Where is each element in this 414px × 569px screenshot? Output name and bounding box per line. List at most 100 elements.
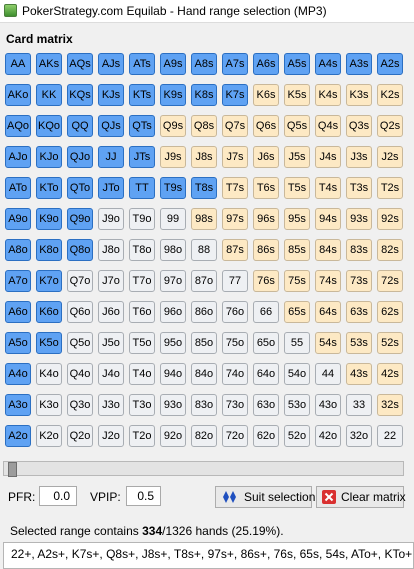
hand-cell-K7s[interactable]: K7s [222,84,248,106]
hand-cell-J7o[interactable]: J7o [98,270,124,292]
hand-cell-K3s[interactable]: K3s [346,84,372,106]
hand-cell-T9o[interactable]: T9o [129,208,155,230]
hand-cell-J3s[interactable]: J3s [346,146,372,168]
hand-cell-A3s[interactable]: A3s [346,53,372,75]
hand-cell-Q9s[interactable]: Q9s [160,115,186,137]
hand-cell-A4o[interactable]: A4o [5,363,31,385]
hand-cell-T5o[interactable]: T5o [129,332,155,354]
hand-cell-KQo[interactable]: KQo [36,115,62,137]
hand-cell-98s[interactable]: 98s [191,208,217,230]
hand-cell-76s[interactable]: 76s [253,270,279,292]
hand-cell-Q4o[interactable]: Q4o [67,363,93,385]
hand-cell-84s[interactable]: 84s [315,239,341,261]
hand-cell-32s[interactable]: 32s [377,394,403,416]
hand-cell-95o[interactable]: 95o [160,332,186,354]
hand-cell-97o[interactable]: 97o [160,270,186,292]
hand-cell-52s[interactable]: 52s [377,332,403,354]
hand-cell-54o[interactable]: 54o [284,363,310,385]
hand-cell-74o[interactable]: 74o [222,363,248,385]
hand-cell-ATo[interactable]: ATo [5,177,31,199]
hand-cell-82o[interactable]: 82o [191,425,217,447]
hand-cell-64o[interactable]: 64o [253,363,279,385]
hand-cell-Q4s[interactable]: Q4s [315,115,341,137]
hand-cell-T3s[interactable]: T3s [346,177,372,199]
hand-cell-A5o[interactable]: A5o [5,332,31,354]
hand-cell-62s[interactable]: 62s [377,301,403,323]
hand-cell-54s[interactable]: 54s [315,332,341,354]
hand-cell-T7s[interactable]: T7s [222,177,248,199]
hand-cell-AQs[interactable]: AQs [67,53,93,75]
hand-cell-A8s[interactable]: A8s [191,53,217,75]
hand-cell-66[interactable]: 66 [253,301,279,323]
hand-cell-KJs[interactable]: KJs [98,84,124,106]
hand-cell-T4o[interactable]: T4o [129,363,155,385]
hand-cell-93s[interactable]: 93s [346,208,372,230]
hand-cell-J5s[interactable]: J5s [284,146,310,168]
range-text-field[interactable]: 22+, A2s+, K7s+, Q8s+, J8s+, T8s+, 97s+,… [3,542,414,569]
hand-cell-Q2o[interactable]: Q2o [67,425,93,447]
hand-cell-J2o[interactable]: J2o [98,425,124,447]
hand-cell-T4s[interactable]: T4s [315,177,341,199]
hand-cell-53o[interactable]: 53o [284,394,310,416]
hand-cell-ATs[interactable]: ATs [129,53,155,75]
hand-cell-K9s[interactable]: K9s [160,84,186,106]
hand-cell-A2s[interactable]: A2s [377,53,403,75]
hand-cell-86s[interactable]: 86s [253,239,279,261]
hand-cell-65s[interactable]: 65s [284,301,310,323]
hand-cell-A9s[interactable]: A9s [160,53,186,75]
hand-cell-QQ[interactable]: QQ [67,115,93,137]
hand-cell-T5s[interactable]: T5s [284,177,310,199]
hand-cell-Q3o[interactable]: Q3o [67,394,93,416]
hand-cell-KK[interactable]: KK [36,84,62,106]
hand-cell-AA[interactable]: AA [5,53,31,75]
hand-cell-J8o[interactable]: J8o [98,239,124,261]
hand-cell-63s[interactable]: 63s [346,301,372,323]
hand-cell-33[interactable]: 33 [346,394,372,416]
hand-cell-85s[interactable]: 85s [284,239,310,261]
hand-cell-Q3s[interactable]: Q3s [346,115,372,137]
hand-cell-QJs[interactable]: QJs [98,115,124,137]
hand-cell-KTs[interactable]: KTs [129,84,155,106]
hand-cell-74s[interactable]: 74s [315,270,341,292]
hand-cell-99[interactable]: 99 [160,208,186,230]
hand-cell-AQo[interactable]: AQo [5,115,31,137]
hand-cell-AJs[interactable]: AJs [98,53,124,75]
hand-cell-QJo[interactable]: QJo [67,146,93,168]
hand-cell-T7o[interactable]: T7o [129,270,155,292]
hand-cell-Q5o[interactable]: Q5o [67,332,93,354]
hand-cell-K2o[interactable]: K2o [36,425,62,447]
hand-cell-A8o[interactable]: A8o [5,239,31,261]
hand-cell-K5s[interactable]: K5s [284,84,310,106]
vpip-input[interactable]: 0.5 [126,486,161,506]
hand-cell-82s[interactable]: 82s [377,239,403,261]
hand-cell-73o[interactable]: 73o [222,394,248,416]
hand-cell-KJo[interactable]: KJo [36,146,62,168]
hand-cell-T8o[interactable]: T8o [129,239,155,261]
hand-cell-A6s[interactable]: A6s [253,53,279,75]
hand-cell-T2s[interactable]: T2s [377,177,403,199]
hand-cell-A5s[interactable]: A5s [284,53,310,75]
hand-cell-Q2s[interactable]: Q2s [377,115,403,137]
hand-cell-K6s[interactable]: K6s [253,84,279,106]
hand-cell-A4s[interactable]: A4s [315,53,341,75]
hand-cell-84o[interactable]: 84o [191,363,217,385]
hand-cell-65o[interactable]: 65o [253,332,279,354]
hand-cell-88[interactable]: 88 [191,239,217,261]
hand-cell-K7o[interactable]: K7o [36,270,62,292]
hand-cell-AKs[interactable]: AKs [36,53,62,75]
hand-cell-K9o[interactable]: K9o [36,208,62,230]
hand-cell-Q6s[interactable]: Q6s [253,115,279,137]
hand-cell-Q6o[interactable]: Q6o [67,301,93,323]
hand-cell-K8o[interactable]: K8o [36,239,62,261]
hand-cell-JTs[interactable]: JTs [129,146,155,168]
hand-cell-A9o[interactable]: A9o [5,208,31,230]
hand-cell-95s[interactable]: 95s [284,208,310,230]
hand-cell-KTo[interactable]: KTo [36,177,62,199]
hand-cell-85o[interactable]: 85o [191,332,217,354]
hand-cell-J5o[interactable]: J5o [98,332,124,354]
hand-cell-75s[interactable]: 75s [284,270,310,292]
hand-cell-T2o[interactable]: T2o [129,425,155,447]
hand-cell-72s[interactable]: 72s [377,270,403,292]
hand-cell-QTs[interactable]: QTs [129,115,155,137]
hand-cell-TT[interactable]: TT [129,177,155,199]
